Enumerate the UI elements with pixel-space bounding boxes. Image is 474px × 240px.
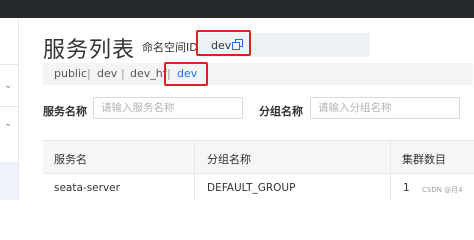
column-header-service-name: 服务名 — [54, 153, 87, 166]
tab-separator: | — [87, 67, 91, 80]
cell-group-name: DEFAULT_GROUP — [207, 182, 296, 194]
namespace-id-value: dev — [211, 39, 232, 52]
service-name-label: 服务名称 — [43, 105, 87, 118]
cell-service-name[interactable]: seata-server — [54, 182, 120, 194]
tab-dev-hf[interactable]: dev_hf — [130, 67, 167, 80]
column-divider — [390, 140, 391, 200]
watermark: CSDN @月4 — [422, 186, 463, 194]
copy-icon[interactable] — [232, 39, 243, 50]
sidebar-divider — [0, 106, 18, 107]
tab-separator: | — [121, 67, 125, 80]
top-navbar — [0, 0, 474, 18]
chevron-down-icon[interactable]: ⌄ — [4, 118, 12, 129]
cell-cluster-count: 1 — [403, 182, 410, 194]
column-header-group-name: 分组名称 — [207, 153, 251, 166]
namespace-id-label: 命名空间ID — [142, 41, 198, 54]
tab-highlight-box — [164, 62, 208, 86]
sidebar: ⌄ ⌄ — [0, 18, 19, 200]
service-name-input[interactable] — [93, 97, 243, 119]
sidebar-item-active[interactable] — [0, 162, 18, 200]
column-header-cluster-count: 集群数目 — [402, 153, 446, 166]
column-divider — [194, 140, 195, 200]
sidebar-divider — [0, 64, 18, 65]
tab-public[interactable]: public — [54, 67, 87, 80]
chevron-down-icon[interactable]: ⌄ — [4, 80, 12, 91]
group-name-label: 分组名称 — [259, 105, 303, 118]
group-name-input[interactable] — [310, 97, 460, 119]
page-title: 服务列表 — [43, 38, 136, 63]
tab-dev[interactable]: dev — [97, 67, 117, 80]
